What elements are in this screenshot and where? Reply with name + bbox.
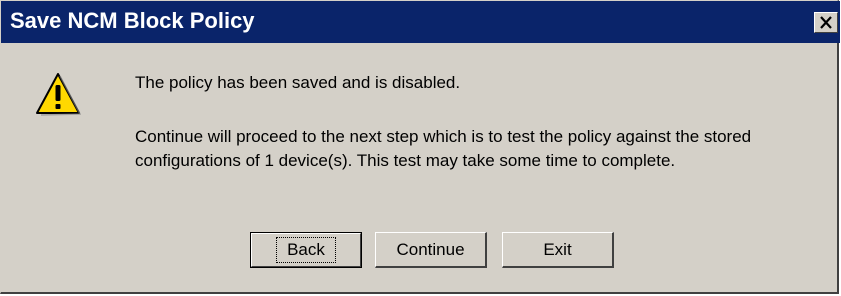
save-policy-dialog: Save NCM Block Policy The policy has bee… (0, 0, 840, 294)
warning-icon (36, 73, 81, 116)
close-icon (820, 16, 832, 29)
close-button[interactable] (814, 12, 838, 33)
exit-button-label: Exit (543, 239, 572, 259)
title-bar[interactable]: Save NCM Block Policy (1, 1, 840, 43)
back-button-label: Back (276, 237, 336, 263)
dialog-title: Save NCM Block Policy (10, 8, 255, 33)
exit-button[interactable]: Exit (502, 232, 614, 268)
continue-button-label: Continue (396, 239, 465, 259)
message-details: Continue will proceed to the next step w… (135, 127, 752, 170)
continue-button[interactable]: Continue (375, 232, 487, 268)
back-button[interactable]: Back (250, 232, 362, 268)
message-status: The policy has been saved and is disable… (135, 73, 461, 92)
